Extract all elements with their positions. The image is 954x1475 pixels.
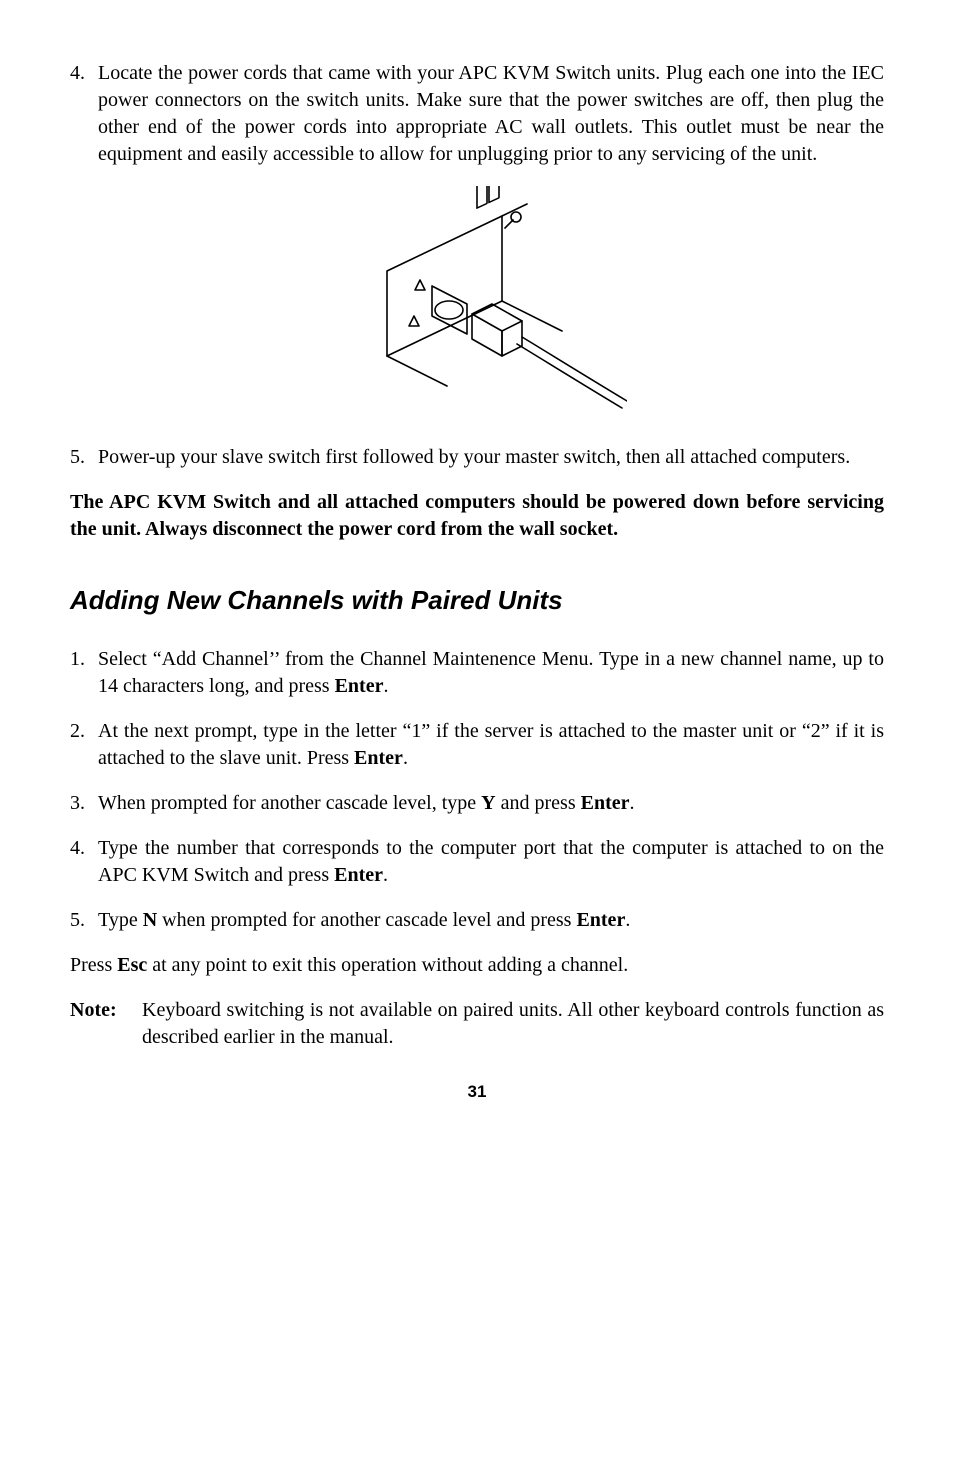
note-text: Keyboard switching is not available on p… xyxy=(142,997,884,1051)
step-5-text: Power-up your slave switch first followe… xyxy=(98,444,884,471)
key-enter: Enter xyxy=(581,792,630,814)
power-down-warning: The APC KVM Switch and all attached comp… xyxy=(70,489,884,543)
add-step-1-text: Select “Add Channel’’ from the Channel M… xyxy=(98,646,884,700)
step-5: 5. Power-up your slave switch first foll… xyxy=(70,444,884,471)
text: . xyxy=(383,864,388,886)
text: when prompted for another cascade level … xyxy=(157,909,576,931)
text: Type xyxy=(98,909,143,931)
text: . xyxy=(403,747,408,769)
step-4: 4. Locate the power cords that came with… xyxy=(70,60,884,168)
text: When prompted for another cascade level,… xyxy=(98,792,481,814)
step-5-number: 5. xyxy=(70,444,98,471)
key-enter: Enter xyxy=(576,909,625,931)
key-enter: Enter xyxy=(334,864,383,886)
key-esc: Esc xyxy=(117,954,147,976)
add-step-5-number: 5. xyxy=(70,907,98,934)
key-enter: Enter xyxy=(354,747,403,769)
add-step-3-text: When prompted for another cascade level,… xyxy=(98,790,884,817)
text: Press xyxy=(70,954,117,976)
power-cord-illustration-icon xyxy=(327,186,627,416)
add-step-2-text: At the next prompt, type in the letter “… xyxy=(98,718,884,772)
key-Y: Y xyxy=(481,792,495,814)
add-step-5: 5. Type N when prompted for another casc… xyxy=(70,907,884,934)
text: at any point to exit this operation with… xyxy=(147,954,628,976)
text: At the next prompt, type in the letter “… xyxy=(98,720,884,769)
section-heading-adding-channels: Adding New Channels with Paired Units xyxy=(70,583,884,618)
text: Select “Add Channel’’ from the Channel M… xyxy=(98,648,884,697)
step-4-text: Locate the power cords that came with yo… xyxy=(98,60,884,168)
text: . xyxy=(383,675,388,697)
add-step-4: 4. Type the number that corresponds to t… xyxy=(70,835,884,889)
page-number: 31 xyxy=(70,1081,884,1104)
note-label: Note: xyxy=(70,997,142,1051)
text: . xyxy=(630,792,635,814)
step-4-number: 4. xyxy=(70,60,98,168)
text: Type the number that corresponds to the … xyxy=(98,837,884,886)
key-enter: Enter xyxy=(335,675,384,697)
note-block: Note: Keyboard switching is not availabl… xyxy=(70,997,884,1051)
add-step-3: 3. When prompted for another cascade lev… xyxy=(70,790,884,817)
add-step-4-text: Type the number that corresponds to the … xyxy=(98,835,884,889)
add-step-1-number: 1. xyxy=(70,646,98,700)
add-step-3-number: 3. xyxy=(70,790,98,817)
add-step-5-text: Type N when prompted for another cascade… xyxy=(98,907,884,934)
key-N: N xyxy=(143,909,157,931)
add-step-2: 2. At the next prompt, type in the lette… xyxy=(70,718,884,772)
add-step-4-number: 4. xyxy=(70,835,98,889)
add-step-2-number: 2. xyxy=(70,718,98,772)
text: and press xyxy=(496,792,581,814)
text: . xyxy=(625,909,630,931)
add-step-1: 1. Select “Add Channel’’ from the Channe… xyxy=(70,646,884,700)
power-cord-figure xyxy=(70,186,884,424)
esc-exit-note: Press Esc at any point to exit this oper… xyxy=(70,952,884,979)
